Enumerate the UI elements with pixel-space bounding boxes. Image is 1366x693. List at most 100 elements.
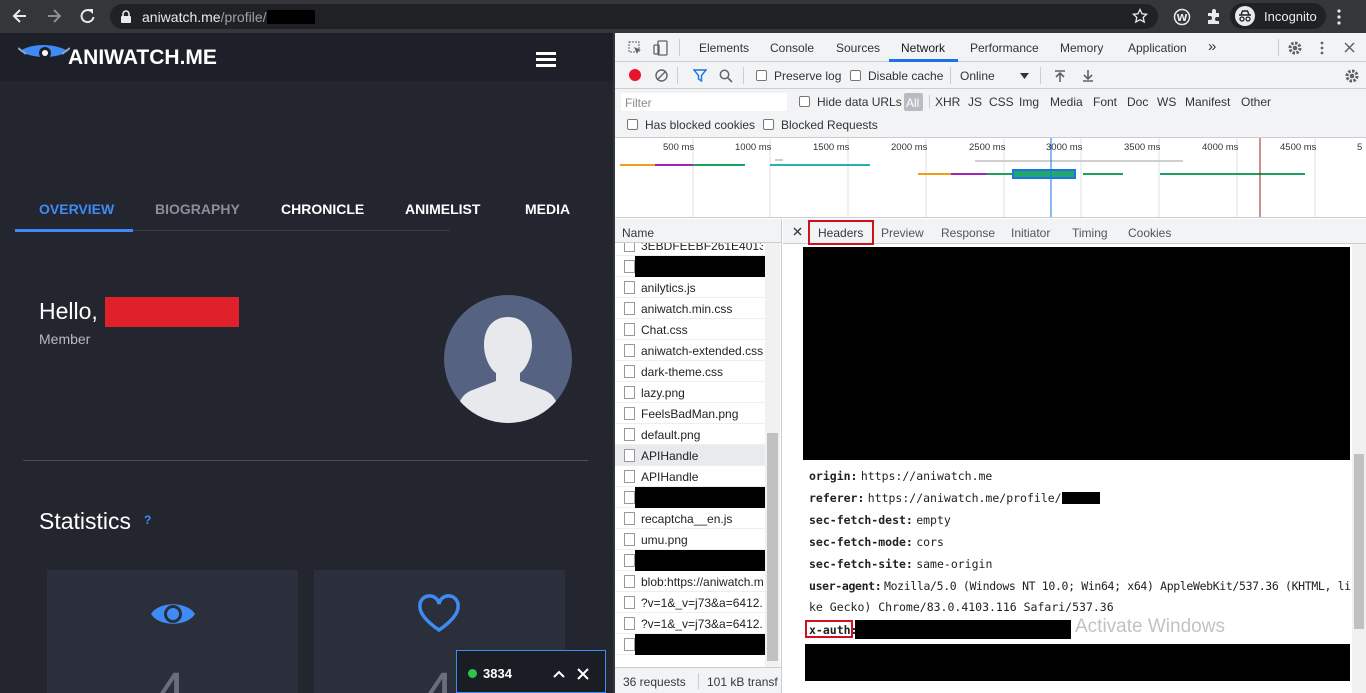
detail-scrollbar[interactable] bbox=[1352, 244, 1366, 693]
tab-sources[interactable]: Sources bbox=[836, 41, 880, 55]
request-row[interactable]: aniwatch-extended.css bbox=[615, 340, 765, 361]
menu-kebab-icon[interactable] bbox=[1336, 8, 1342, 26]
close-devtools-icon[interactable] bbox=[1344, 42, 1355, 53]
request-row[interactable]: APIHandle bbox=[615, 445, 765, 466]
tab-chronicle[interactable]: CHRONICLE bbox=[281, 201, 364, 217]
separator bbox=[698, 673, 699, 689]
clear-icon[interactable] bbox=[655, 69, 668, 82]
filter-media[interactable]: Media bbox=[1050, 95, 1083, 109]
filter-css[interactable]: CSS bbox=[989, 95, 1014, 109]
preserve-log-checkbox[interactable] bbox=[756, 70, 767, 81]
request-name: ?v=1&_v=j73&a=6412. bbox=[641, 596, 763, 610]
tab-overview[interactable]: OVERVIEW bbox=[39, 201, 114, 217]
close-icon[interactable] bbox=[576, 667, 590, 681]
tab-application[interactable]: Application bbox=[1128, 41, 1187, 55]
filter-img[interactable]: Img bbox=[1019, 95, 1039, 109]
tab-active-indicator bbox=[15, 229, 133, 232]
request-row[interactable]: dark-theme.css bbox=[615, 361, 765, 382]
network-settings-icon[interactable] bbox=[1344, 68, 1360, 84]
request-row[interactable]: Chat.css bbox=[615, 319, 765, 340]
tab-response[interactable]: Response bbox=[941, 226, 995, 240]
export-har-icon[interactable] bbox=[1082, 69, 1094, 83]
request-row[interactable]: aniwatch.min.css bbox=[615, 298, 765, 319]
filter-xhr[interactable]: XHR bbox=[935, 95, 960, 109]
chat-widget[interactable]: 3834 bbox=[456, 650, 606, 693]
tab-initiator[interactable]: Initiator bbox=[1011, 226, 1050, 240]
more-tabs-button[interactable]: » bbox=[1208, 38, 1216, 55]
request-row[interactable] bbox=[615, 634, 765, 655]
network-overview-timeline[interactable]: 500 ms 1000 ms 1500 ms 2000 ms 2500 ms 3… bbox=[615, 138, 1366, 218]
tab-timing[interactable]: Timing bbox=[1072, 226, 1108, 240]
close-detail-icon[interactable] bbox=[793, 227, 802, 236]
avatar[interactable] bbox=[444, 295, 572, 423]
throttle-select[interactable]: Online bbox=[960, 69, 995, 83]
tab-console[interactable]: Console bbox=[770, 41, 814, 55]
file-icon bbox=[624, 302, 635, 315]
extension-w-icon[interactable]: W bbox=[1173, 8, 1191, 26]
inspect-element-icon[interactable] bbox=[628, 41, 642, 55]
record-icon[interactable] bbox=[629, 69, 641, 81]
back-icon[interactable] bbox=[10, 6, 30, 26]
request-row[interactable]: lazy.png bbox=[615, 382, 765, 403]
request-row[interactable] bbox=[615, 550, 765, 571]
scrollbar-thumb[interactable] bbox=[767, 433, 778, 661]
extensions-puzzle-icon[interactable] bbox=[1205, 8, 1223, 26]
request-row[interactable]: umu.png bbox=[615, 529, 765, 550]
request-row[interactable]: anilytics.js bbox=[615, 277, 765, 298]
separator bbox=[677, 67, 678, 84]
tab-animelist[interactable]: ANIMELIST bbox=[405, 201, 480, 217]
tab-preview[interactable]: Preview bbox=[881, 226, 924, 240]
filter-manifest[interactable]: Manifest bbox=[1185, 95, 1230, 109]
request-row[interactable]: ?v=1&_v=j73&a=6412. bbox=[615, 592, 765, 613]
blocked-cookies-checkbox[interactable] bbox=[627, 119, 638, 130]
statistics-help[interactable]: ? bbox=[144, 513, 151, 527]
request-row[interactable]: recaptcha__en.js bbox=[615, 508, 765, 529]
incognito-badge[interactable]: Incognito bbox=[1230, 3, 1326, 29]
device-toolbar-icon[interactable] bbox=[653, 40, 669, 56]
star-icon[interactable] bbox=[1132, 8, 1148, 24]
tab-memory[interactable]: Memory bbox=[1060, 41, 1103, 55]
chevron-down-icon[interactable] bbox=[1020, 73, 1029, 79]
chevron-up-icon[interactable] bbox=[552, 669, 566, 679]
address-bar[interactable]: aniwatch.me/profile/ bbox=[110, 4, 1158, 29]
tab-elements[interactable]: Elements bbox=[699, 41, 749, 55]
blocked-requests-checkbox[interactable] bbox=[763, 119, 774, 130]
filter-font[interactable]: Font bbox=[1093, 95, 1117, 109]
tab-performance[interactable]: Performance bbox=[970, 41, 1039, 55]
tab-media[interactable]: MEDIA bbox=[525, 201, 570, 217]
request-row[interactable]: FeelsBadMan.png bbox=[615, 403, 765, 424]
filter-js[interactable]: JS bbox=[968, 95, 982, 109]
tab-network[interactable]: Network bbox=[901, 41, 945, 55]
request-row[interactable] bbox=[615, 256, 765, 277]
settings-gear-icon[interactable] bbox=[1287, 40, 1303, 56]
name-column-header[interactable]: Name bbox=[615, 219, 781, 243]
request-row[interactable]: ?v=1&_v=j73&a=6412. bbox=[615, 613, 765, 634]
file-icon bbox=[624, 428, 635, 441]
tab-headers[interactable]: Headers bbox=[818, 226, 863, 240]
request-row[interactable]: default.png bbox=[615, 424, 765, 445]
disable-cache-checkbox[interactable] bbox=[850, 70, 861, 81]
request-row[interactable] bbox=[615, 487, 765, 508]
devtools-menu-icon[interactable] bbox=[1319, 41, 1325, 55]
request-name: APIHandle bbox=[641, 449, 699, 463]
filter-input[interactable]: Filter bbox=[621, 93, 787, 111]
filter-ws[interactable]: WS bbox=[1157, 95, 1176, 109]
filter-doc[interactable]: Doc bbox=[1127, 95, 1148, 109]
request-row[interactable]: APIHandle bbox=[615, 466, 765, 487]
search-icon[interactable] bbox=[719, 69, 733, 83]
site-logo[interactable]: ANIWATCH.ME bbox=[18, 42, 217, 72]
filter-other[interactable]: Other bbox=[1241, 95, 1271, 109]
filter-all-button[interactable]: All bbox=[904, 93, 923, 111]
reload-icon[interactable] bbox=[77, 6, 97, 26]
filter-funnel-icon[interactable] bbox=[693, 69, 707, 82]
request-list-scrollbar[interactable] bbox=[765, 243, 780, 667]
import-har-icon[interactable] bbox=[1054, 69, 1066, 83]
tab-cookies[interactable]: Cookies bbox=[1128, 226, 1171, 240]
request-row[interactable]: 3EBDFEEBF261E40139D bbox=[615, 243, 765, 256]
separator bbox=[1278, 39, 1279, 56]
request-row[interactable]: blob:https://aniwatch.m bbox=[615, 571, 765, 592]
tab-biography[interactable]: BIOGRAPHY bbox=[155, 201, 240, 217]
scrollbar-thumb[interactable] bbox=[1354, 454, 1364, 629]
forward-icon[interactable] bbox=[44, 6, 64, 26]
hide-data-urls-checkbox[interactable] bbox=[799, 96, 810, 107]
